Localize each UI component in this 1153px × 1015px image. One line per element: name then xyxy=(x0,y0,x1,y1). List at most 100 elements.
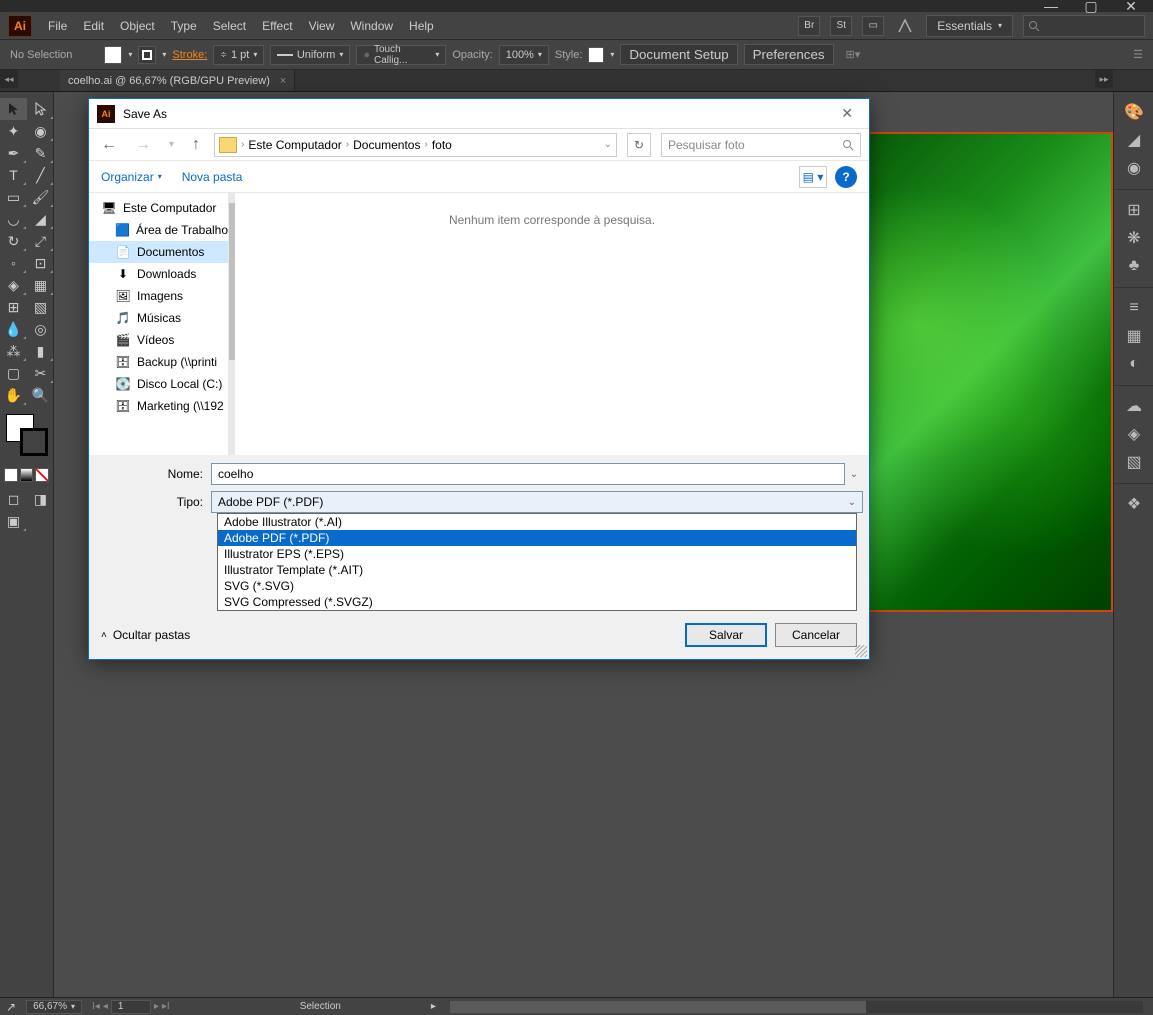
direct-selection-tool[interactable] xyxy=(27,98,54,120)
tree-item-6[interactable]: 🎬Vídeos xyxy=(89,329,228,351)
status-dropdown-icon[interactable]: ▸ xyxy=(431,1001,436,1012)
color-panel-icon[interactable]: 🎨 xyxy=(1114,98,1153,126)
align-icon[interactable]: ⊞▾ xyxy=(846,48,861,61)
stroke-color[interactable] xyxy=(20,428,48,456)
tree-item-4[interactable]: 🖼Imagens xyxy=(89,285,228,307)
search-box[interactable] xyxy=(1023,15,1145,37)
breadcrumb-2[interactable]: foto xyxy=(432,138,452,152)
symbol-sprayer-tool[interactable]: ⁂ xyxy=(0,340,27,362)
first-artboard[interactable]: I◂ xyxy=(92,1001,100,1012)
zoom-tool[interactable]: 🔍 xyxy=(27,384,54,406)
libraries-panel-icon[interactable]: ☁ xyxy=(1114,392,1153,420)
artboard-number[interactable]: 1 xyxy=(111,1000,151,1014)
options-menu-icon[interactable]: ☰ xyxy=(1133,48,1143,61)
lasso-tool[interactable]: ◉ xyxy=(27,120,54,142)
menu-file[interactable]: File xyxy=(48,19,67,33)
scale-tool[interactable]: ⤢ xyxy=(27,230,54,252)
toolbar-collapse-right[interactable]: ▸▸ xyxy=(1095,70,1113,88)
breadcrumb-0[interactable]: Este Computador xyxy=(248,138,341,152)
share-icon[interactable]: ↗ xyxy=(6,1000,16,1014)
prev-artboard[interactable]: ◂ xyxy=(103,1001,108,1012)
style-dropdown-icon[interactable]: ▾ xyxy=(610,50,614,59)
artboard-tool[interactable]: ▢ xyxy=(0,362,27,384)
tree-item-3[interactable]: ⬇Downloads xyxy=(89,263,228,285)
document-tab[interactable]: coelho.ai @ 66,67% (RGB/GPU Preview) × xyxy=(60,70,295,91)
asset-export-icon[interactable]: ◈ xyxy=(1114,420,1153,448)
swatches-panel-icon[interactable]: ◉ xyxy=(1114,154,1153,182)
tree-item-1[interactable]: 🟦Área de Trabalho xyxy=(89,219,228,241)
symbols-panel-icon[interactable]: ❋ xyxy=(1114,224,1153,252)
menu-select[interactable]: Select xyxy=(213,19,246,33)
workspace-switcher[interactable]: Essentials ▾ xyxy=(926,15,1013,37)
menu-edit[interactable]: Edit xyxy=(83,19,104,33)
gradient-tool[interactable]: ▧ xyxy=(27,296,54,318)
mesh-tool[interactable]: ⊞ xyxy=(0,296,27,318)
nav-recent-icon[interactable]: ▾ xyxy=(165,135,178,154)
close-button[interactable]: ✕ xyxy=(1117,0,1145,12)
tab-close-icon[interactable]: × xyxy=(280,75,286,87)
eraser-tool[interactable]: ◢ xyxy=(27,208,54,230)
organize-button[interactable]: Organizar▾ xyxy=(101,170,162,184)
mode-none[interactable] xyxy=(35,468,49,482)
filename-input[interactable] xyxy=(211,463,845,485)
curvature-tool[interactable]: ✎ xyxy=(27,142,54,164)
bridge-icon[interactable]: Br xyxy=(798,16,820,36)
opacity-field[interactable]: 100%▾ xyxy=(499,45,549,65)
menu-object[interactable]: Object xyxy=(120,19,155,33)
rectangle-tool[interactable]: ▭ xyxy=(0,186,27,208)
new-folder-button[interactable]: Nova pasta xyxy=(182,170,243,184)
stock-icon[interactable]: St xyxy=(830,16,852,36)
toolbar-collapse-left[interactable]: ◂◂ xyxy=(0,70,18,88)
menu-window[interactable]: Window xyxy=(350,19,393,33)
tree-item-8[interactable]: 💽Disco Local (C:) xyxy=(89,373,228,395)
mode-gradient[interactable] xyxy=(20,468,34,482)
dialog-search-field[interactable]: Pesquisar foto xyxy=(661,133,861,157)
menu-effect[interactable]: Effect xyxy=(262,19,292,33)
breadcrumb-dropdown-icon[interactable]: ⌄ xyxy=(604,139,612,150)
last-artboard[interactable]: ▸I xyxy=(162,1001,170,1012)
fill-stroke-indicator[interactable] xyxy=(4,412,49,462)
filetype-select[interactable]: Adobe PDF (*.PDF) ⌄ xyxy=(211,491,863,513)
width-tool[interactable]: ◦ xyxy=(0,252,27,274)
mode-color[interactable] xyxy=(4,468,18,482)
stroke-dropdown-icon[interactable]: ▾ xyxy=(162,50,166,59)
filetype-option-2[interactable]: Illustrator EPS (*.EPS) xyxy=(218,546,856,562)
selection-tool[interactable] xyxy=(0,98,27,120)
stroke-link[interactable]: Stroke: xyxy=(172,49,207,61)
stroke-panel-icon[interactable]: ♣ xyxy=(1114,252,1153,280)
artboards-panel-icon[interactable]: ▧ xyxy=(1114,448,1153,476)
magic-wand-tool[interactable]: ✦ xyxy=(0,120,27,142)
blend-tool[interactable]: ◎ xyxy=(27,318,54,340)
screen-mode[interactable]: ▣ xyxy=(0,510,27,532)
perspective-tool[interactable]: ▦ xyxy=(27,274,54,296)
filetype-option-3[interactable]: Illustrator Template (*.AIT) xyxy=(218,562,856,578)
type-tool[interactable]: T xyxy=(0,164,27,186)
help-button[interactable]: ? xyxy=(835,166,857,188)
fill-swatch[interactable] xyxy=(104,46,122,64)
draw-normal[interactable]: ◻ xyxy=(0,488,27,510)
transparency-panel-icon[interactable]: ▦ xyxy=(1114,322,1153,350)
menu-type[interactable]: Type xyxy=(171,19,197,33)
tree-item-2[interactable]: 📄Documentos xyxy=(89,241,228,263)
stroke-profile[interactable]: Uniform▾ xyxy=(270,45,350,65)
tree-item-5[interactable]: 🎵Músicas xyxy=(89,307,228,329)
tree-item-9[interactable]: 🗄Marketing (\\192 xyxy=(89,395,228,417)
gpu-icon[interactable] xyxy=(894,16,916,36)
filetype-option-0[interactable]: Adobe Illustrator (*.AI) xyxy=(218,514,856,530)
stroke-swatch[interactable] xyxy=(138,46,156,64)
layers-panel-icon[interactable]: ❖ xyxy=(1114,490,1153,518)
view-mode-button[interactable]: ▤ ▾ xyxy=(799,166,827,188)
line-tool[interactable]: ╱ xyxy=(27,164,54,186)
free-transform-tool[interactable]: ⊡ xyxy=(27,252,54,274)
pen-tool[interactable]: ✒ xyxy=(0,142,27,164)
slice-tool[interactable]: ✂ xyxy=(27,362,54,384)
filename-dropdown-icon[interactable]: ⌄ xyxy=(845,469,863,480)
cancel-button[interactable]: Cancelar xyxy=(775,623,857,647)
color-guide-icon[interactable]: ◢ xyxy=(1114,126,1153,154)
eyedropper-tool[interactable]: 💧 xyxy=(0,318,27,340)
menu-view[interactable]: View xyxy=(309,19,335,33)
resize-grip[interactable] xyxy=(855,645,867,657)
zoom-field[interactable]: 66,67%▾ xyxy=(26,1000,82,1014)
save-button[interactable]: Salvar xyxy=(685,623,767,647)
dialog-close-button[interactable]: ✕ xyxy=(833,101,861,126)
